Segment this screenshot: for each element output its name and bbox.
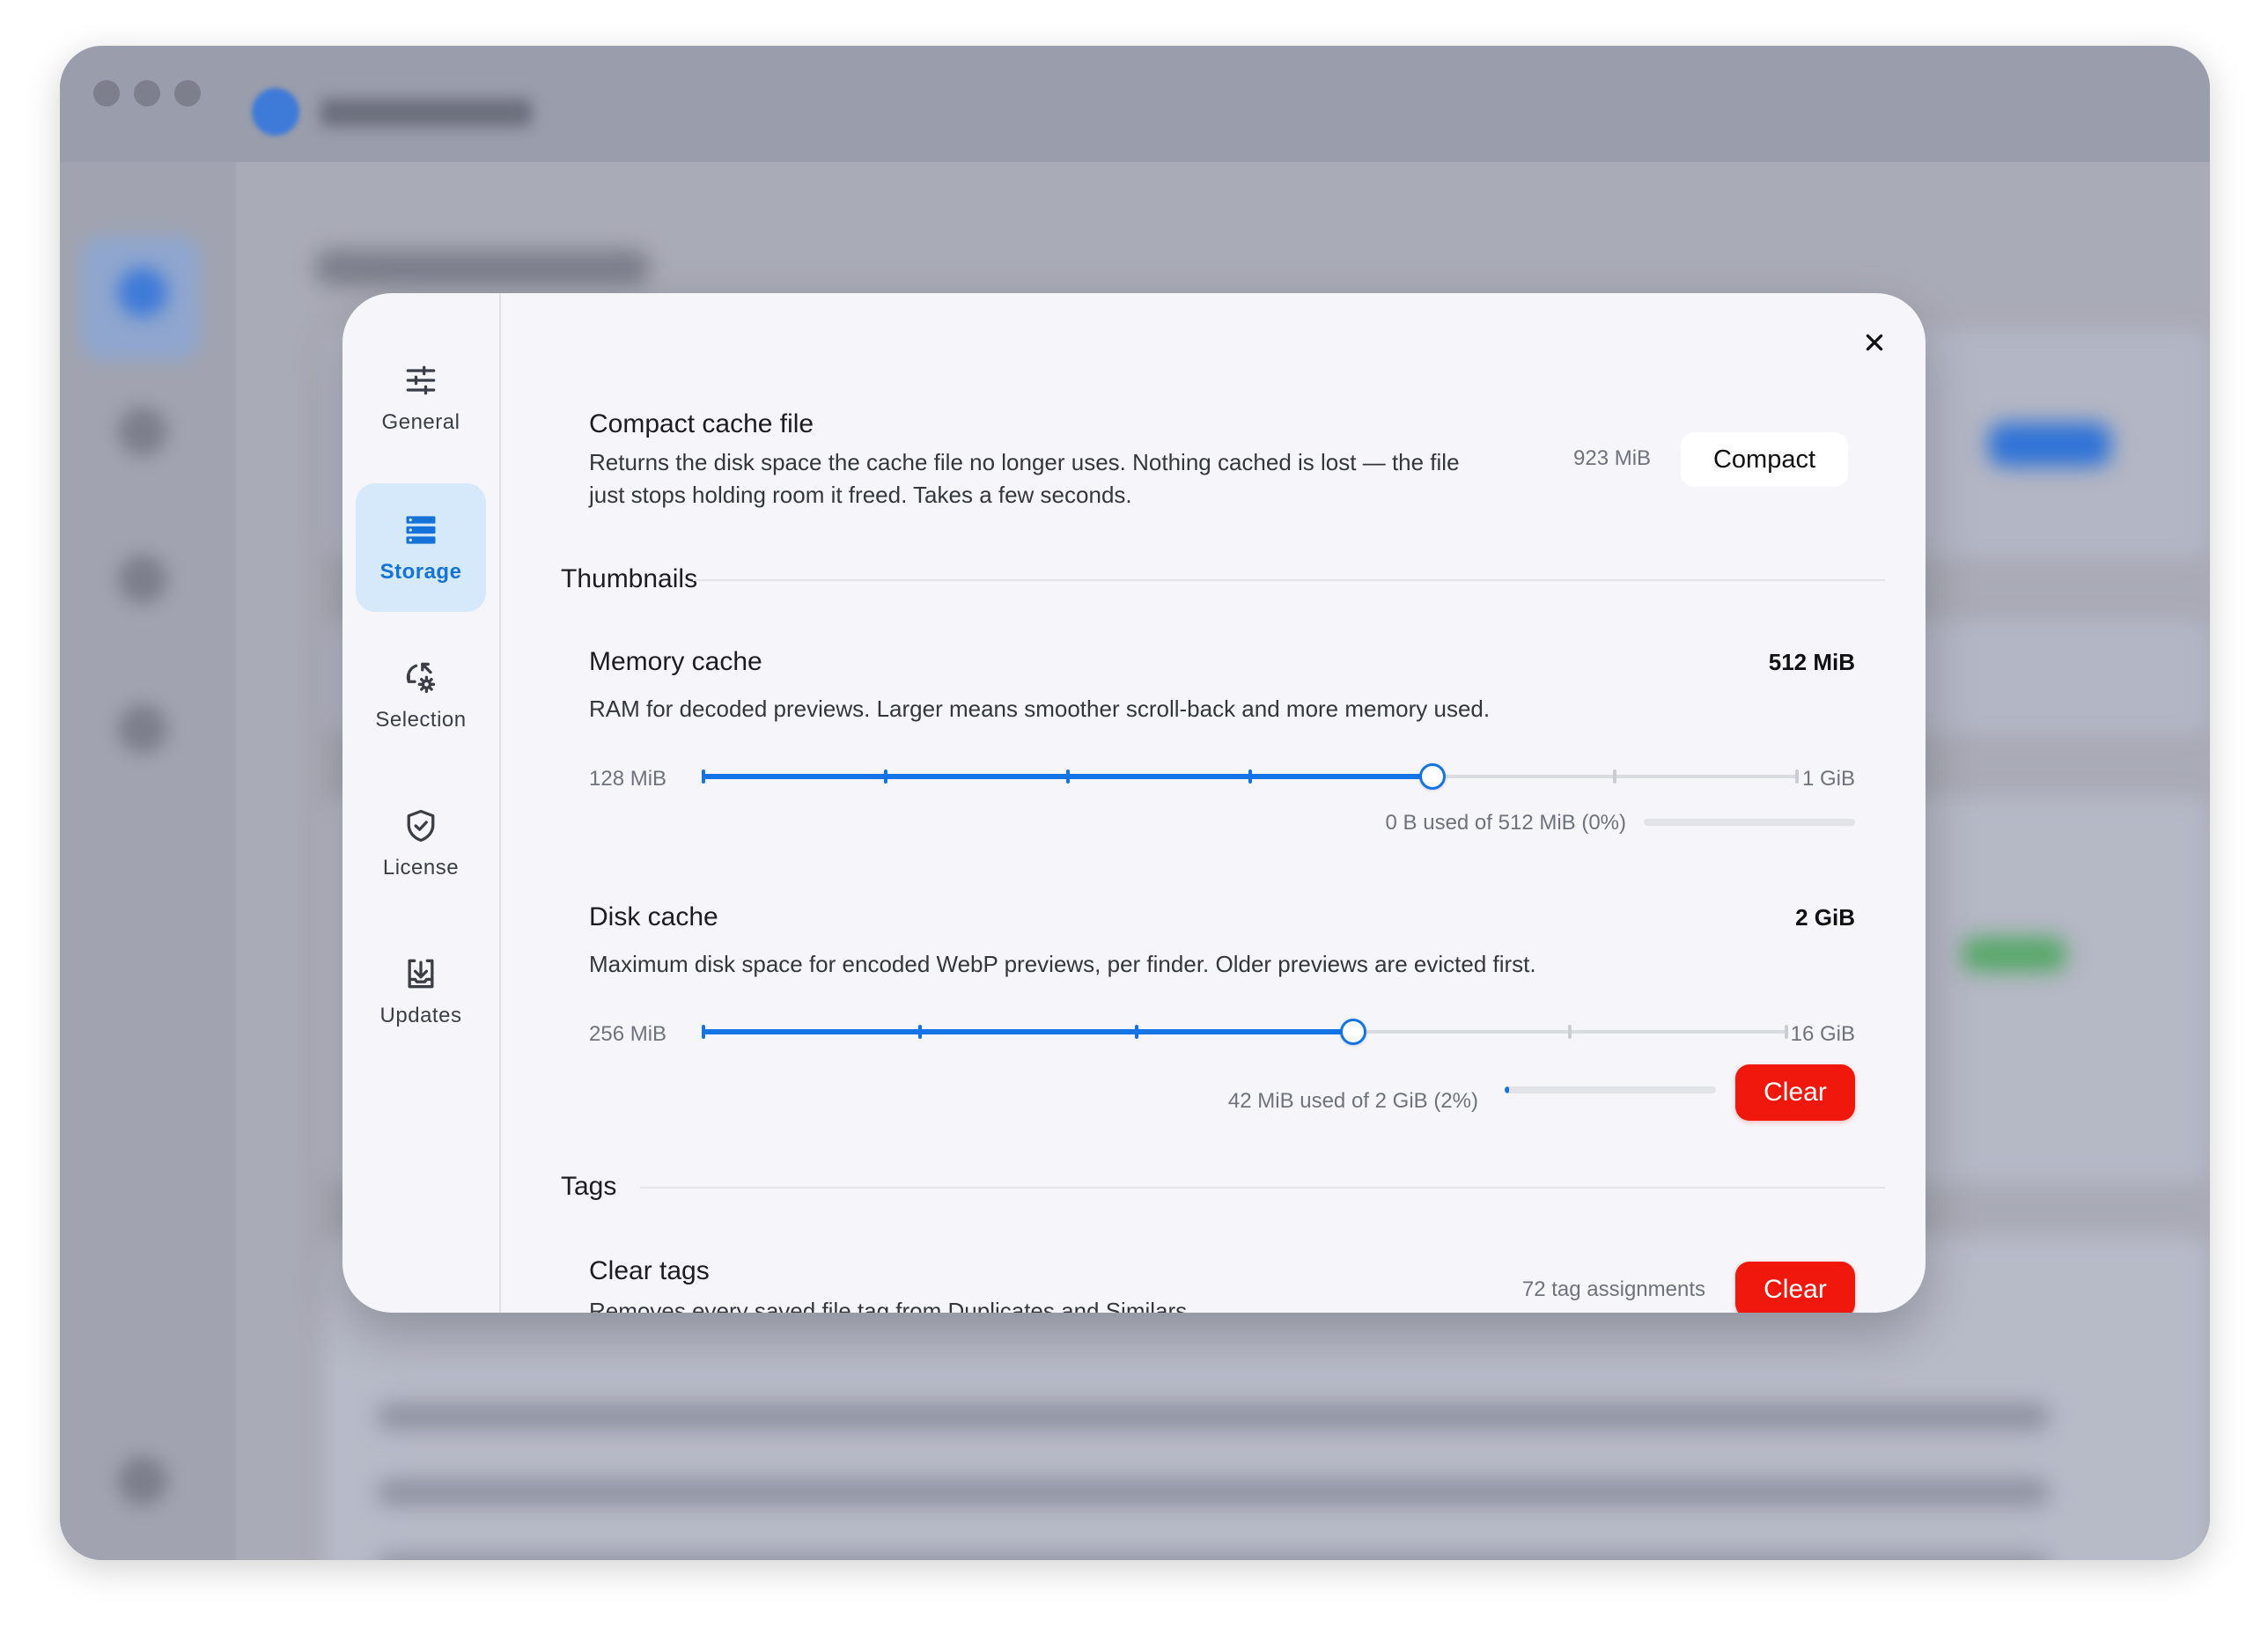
disk-cache-usage-text: 42 MiB used of 2 GiB (2%) xyxy=(1227,1089,1478,1113)
sidebar-item-general[interactable]: General xyxy=(356,334,486,462)
disk-cache-min-label: 256 MiB xyxy=(589,1022,667,1046)
sidebar-item-storage[interactable]: Storage xyxy=(356,483,486,612)
tag-assignment-count: 72 tag assignments xyxy=(1521,1277,1705,1301)
app-sidebar-icon xyxy=(118,268,167,317)
disk-cache-usage-bar xyxy=(1505,1086,1716,1093)
window-minimize-dot xyxy=(134,80,160,107)
slider-tick xyxy=(1795,769,1799,784)
selection-gear-icon xyxy=(406,662,436,694)
slider-thumb[interactable] xyxy=(1419,763,1446,790)
compact-description-line: Returns the disk space the cache file no… xyxy=(589,449,1460,475)
app-sidebar xyxy=(60,162,236,1560)
slider-tick xyxy=(702,1025,705,1039)
blurred-row xyxy=(377,1555,2050,1560)
settings-content: Compact cache file Returns the disk spac… xyxy=(503,293,1926,1313)
usage-fill xyxy=(1505,1086,1509,1093)
compact-cache-description: Returns the disk space the cache file no… xyxy=(589,446,1557,512)
memory-cache-title: Memory cache xyxy=(589,647,762,676)
compact-button[interactable]: Compact xyxy=(1681,432,1848,487)
sidebar-item-selection[interactable]: Selection xyxy=(356,631,486,760)
slider-tick xyxy=(1568,1025,1572,1039)
tags-section-header: Tags xyxy=(561,1172,617,1201)
app-sidebar-icon xyxy=(118,555,167,604)
section-divider xyxy=(693,579,1885,581)
memory-cache-usage-bar xyxy=(1644,819,1855,826)
slider-tick xyxy=(884,769,887,784)
slider-tick xyxy=(702,769,705,784)
disk-cache-slider[interactable] xyxy=(702,1017,1788,1047)
clear-disk-cache-button[interactable]: Clear xyxy=(1735,1064,1855,1121)
memory-cache-value: 512 MiB xyxy=(1768,649,1855,675)
clear-tags-button[interactable]: Clear xyxy=(1735,1262,1855,1313)
sidebar-item-label: Updates xyxy=(379,1004,462,1027)
download-tray-icon xyxy=(408,959,434,989)
slider-tick xyxy=(918,1025,922,1039)
blurred-button xyxy=(1988,423,2111,467)
sidebar-item-updates[interactable]: Updates xyxy=(356,927,486,1056)
settings-modal: General Storage Selection License Update… xyxy=(342,293,1926,1313)
window-close-dot xyxy=(93,80,120,107)
storage-icon xyxy=(406,516,436,544)
slider-fill xyxy=(703,1029,1353,1034)
settings-sidebar: General Storage Selection License Update… xyxy=(342,293,501,1313)
slider-thumb[interactable] xyxy=(1340,1019,1366,1045)
clear-tags-description: Removes every saved file tag from Duplic… xyxy=(589,1298,1194,1313)
app-sidebar-icon xyxy=(118,704,167,754)
shield-check-icon xyxy=(407,809,435,843)
sliders-icon xyxy=(406,365,436,395)
disk-cache-title: Disk cache xyxy=(589,902,718,931)
sidebar-item-label: License xyxy=(382,856,460,880)
memory-cache-min-label: 128 MiB xyxy=(589,767,667,791)
memory-cache-max-label: 1 GiB xyxy=(1801,767,1855,791)
thumbnails-section-header: Thumbnails xyxy=(561,564,698,593)
app-sidebar-icon xyxy=(118,1456,167,1505)
compact-description-line: just stops holding room it freed. Takes … xyxy=(589,482,1132,508)
app-logo-text-blurred xyxy=(320,99,532,127)
slider-tick xyxy=(1066,769,1070,784)
sidebar-item-label: General xyxy=(381,410,460,434)
window-zoom-dot xyxy=(174,80,201,107)
sidebar-item-label: Storage xyxy=(379,560,462,584)
section-divider xyxy=(640,1187,1885,1189)
slider-tick xyxy=(1613,769,1616,784)
cache-file-size: 923 MiB xyxy=(1573,446,1652,470)
sidebar-item-license[interactable]: License xyxy=(356,779,486,908)
compact-cache-title: Compact cache file xyxy=(589,409,814,438)
memory-cache-usage-text: 0 B used of 512 MiB (0%) xyxy=(1385,811,1626,835)
app-sidebar-icon xyxy=(118,407,167,456)
slider-tick xyxy=(1135,1025,1138,1039)
slider-tick xyxy=(1785,1025,1788,1039)
disk-cache-value: 2 GiB xyxy=(1795,904,1855,931)
blurred-row xyxy=(377,1403,2050,1430)
blurred-badge xyxy=(1962,937,2067,972)
disk-cache-max-label: 16 GiB xyxy=(1790,1022,1855,1046)
app-logo xyxy=(252,88,299,136)
memory-cache-description: RAM for decoded previews. Larger means s… xyxy=(589,696,1491,722)
memory-cache-slider[interactable] xyxy=(702,762,1799,791)
clear-tags-title: Clear tags xyxy=(589,1256,710,1285)
slider-tick xyxy=(1248,769,1252,784)
blurred-heading xyxy=(315,250,650,285)
app-titlebar xyxy=(60,46,2210,162)
sidebar-item-label: Selection xyxy=(375,708,467,732)
blurred-row xyxy=(377,1479,2050,1505)
disk-cache-description: Maximum disk space for encoded WebP prev… xyxy=(589,951,1536,977)
